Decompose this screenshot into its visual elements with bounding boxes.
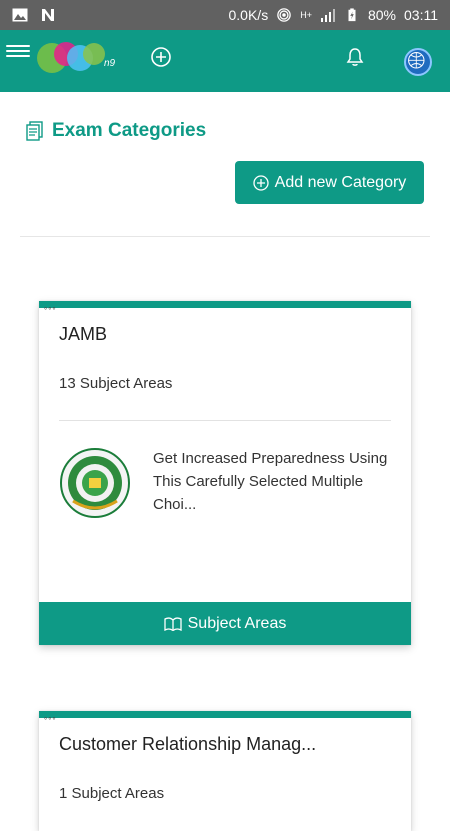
- document-icon: [26, 121, 43, 141]
- drag-handle-icon[interactable]: °°°: [44, 716, 57, 725]
- bell-icon[interactable]: [344, 46, 366, 68]
- category-card[interactable]: °°° JAMB 13 Subject Areas Get Increased …: [39, 301, 411, 645]
- card-top-bar: [39, 301, 411, 308]
- avatar[interactable]: [404, 48, 432, 76]
- divider: [20, 236, 430, 237]
- subject-count: 1 Subject Areas: [59, 785, 165, 802]
- drag-handle-icon[interactable]: °°°: [44, 306, 57, 315]
- hotspot-icon: [277, 8, 291, 22]
- add-circle-icon: [253, 174, 269, 191]
- add-category-label: Add new Category: [274, 173, 407, 191]
- category-card[interactable]: °°° Customer Relationship Manag... 1 Sub…: [39, 711, 411, 831]
- svg-text:n9: n9: [104, 58, 116, 69]
- card-title: JAMB: [59, 324, 108, 344]
- status-bar: 0.0K/s H+ 80% 03:11: [0, 0, 450, 30]
- subject-count: 13 Subject Areas: [59, 375, 173, 392]
- subject-areas-button[interactable]: Subject Areas: [39, 602, 411, 645]
- jamb-seal-logo: [60, 448, 130, 518]
- add-circle-icon[interactable]: [150, 46, 172, 68]
- clock: 03:11: [404, 7, 438, 23]
- page-title-text: Exam Categories: [52, 120, 207, 141]
- card-divider: [59, 420, 391, 421]
- avatar-globe-icon: [408, 52, 425, 69]
- card-top-bar: [39, 711, 411, 718]
- subject-areas-label: Subject Areas: [187, 614, 287, 632]
- card-body: Get Increased Preparedness Using This Ca…: [59, 447, 391, 519]
- n-notification-icon: [42, 9, 54, 21]
- battery-icon: [348, 8, 356, 22]
- card-description: Get Increased Preparedness Using This Ca…: [153, 450, 388, 513]
- app-bar: n9: [0, 30, 450, 92]
- network-speed: 0.0K/s: [228, 7, 269, 23]
- add-category-button[interactable]: Add new Category: [235, 161, 424, 204]
- card-title: Customer Relationship Manag...: [59, 734, 317, 754]
- network-type: H+: [300, 10, 312, 20]
- signal-icon: [320, 9, 335, 22]
- battery-percent: 80%: [367, 7, 396, 23]
- page-title: Exam Categories: [26, 120, 206, 142]
- menu-icon[interactable]: [6, 42, 30, 62]
- book-icon: [163, 616, 182, 631]
- image-notification-icon: [12, 8, 28, 22]
- app-logo[interactable]: n9: [32, 36, 124, 78]
